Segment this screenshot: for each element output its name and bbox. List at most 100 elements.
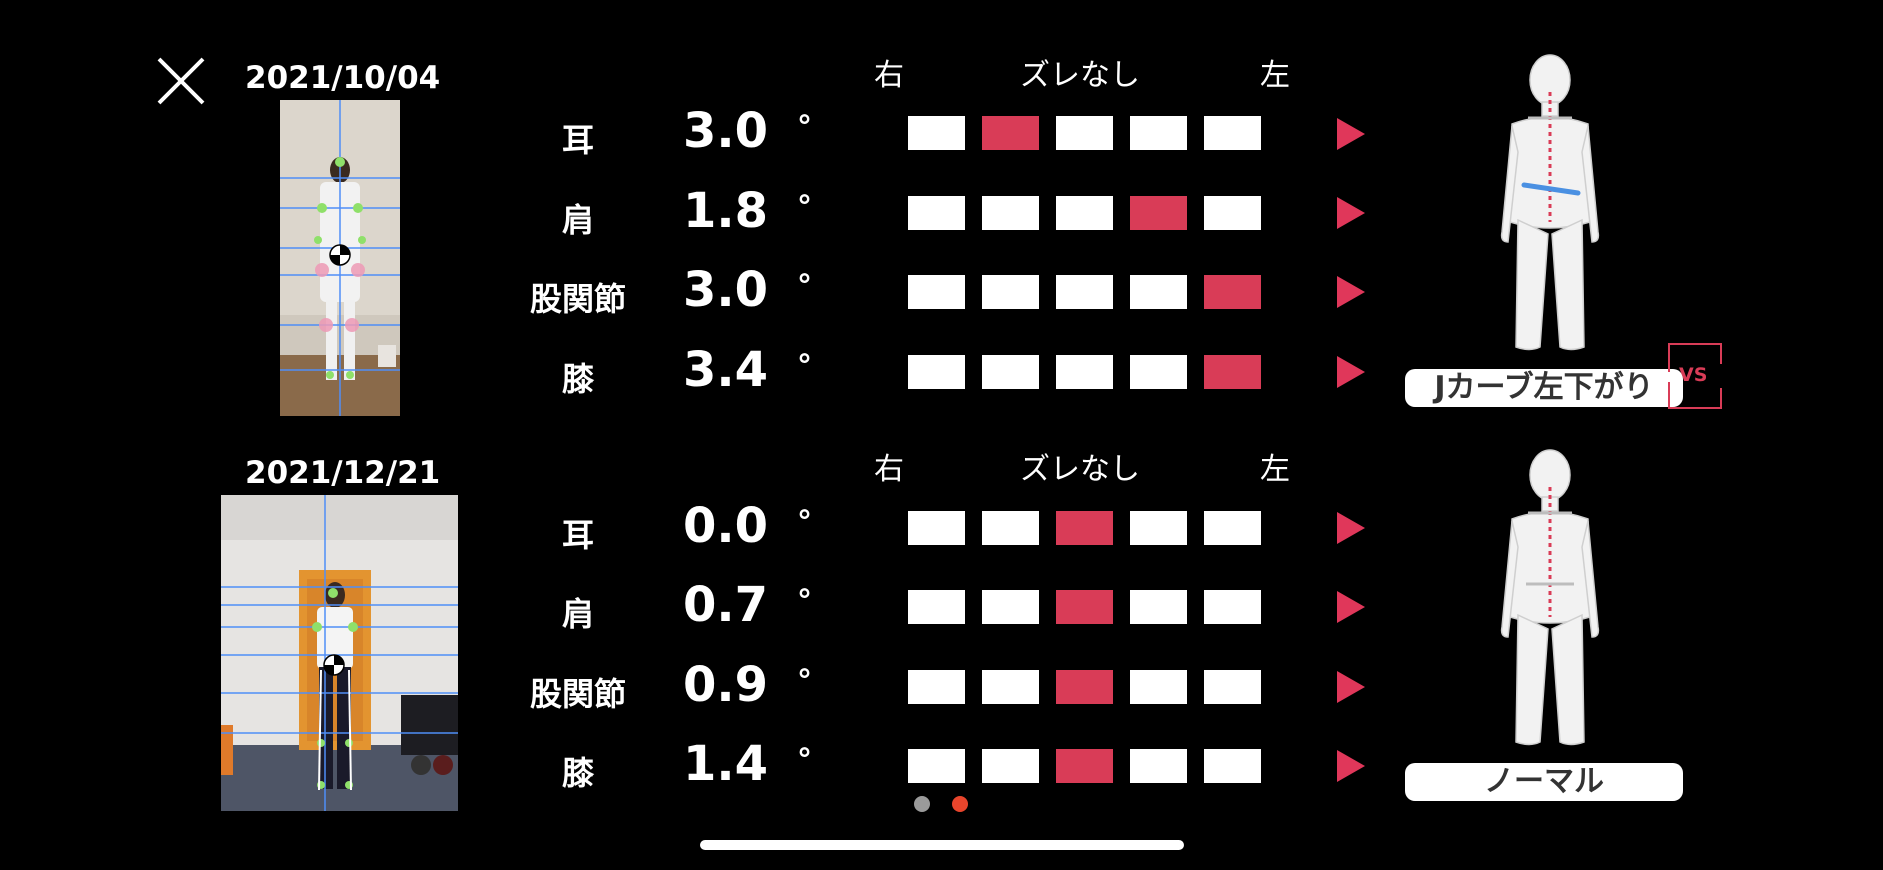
deviation-box — [1130, 590, 1187, 624]
row-value: 3.0 — [682, 103, 768, 159]
deviation-box — [982, 670, 1039, 704]
measurement-date: 2021/12/21 — [245, 455, 441, 491]
degree-unit: ° — [797, 269, 812, 304]
row-detail-arrow[interactable] — [1337, 671, 1365, 703]
row-label: 耳 — [561, 121, 594, 159]
row-detail-arrow[interactable] — [1337, 356, 1365, 388]
deviation-box — [982, 275, 1039, 309]
row-label: 股関節 — [529, 280, 626, 318]
deviation-box — [908, 511, 965, 545]
deviation-indicator — [908, 511, 1261, 545]
row-detail-arrow[interactable] — [1337, 118, 1365, 150]
close-icon — [157, 57, 205, 105]
posture-figure — [1490, 52, 1610, 362]
deviation-box — [1056, 275, 1113, 309]
header-right: 右 — [874, 452, 904, 487]
page-indicator-dot[interactable] — [914, 796, 930, 812]
deviation-box — [908, 275, 965, 309]
deviation-box-active — [1130, 196, 1187, 230]
deviation-box — [908, 116, 965, 150]
row-label: 耳 — [561, 516, 594, 554]
deviation-box — [1056, 355, 1113, 389]
row-detail-arrow[interactable] — [1337, 276, 1365, 308]
deviation-indicator — [908, 590, 1261, 624]
deviation-box — [1204, 196, 1261, 230]
header-no-deviation: ズレなし — [1020, 58, 1140, 93]
deviation-box — [1204, 749, 1261, 783]
deviation-box-active — [982, 116, 1039, 150]
row-value: 0.0 — [682, 498, 768, 554]
header-left: 左 — [1260, 452, 1290, 487]
deviation-indicator — [908, 355, 1261, 389]
deviation-box — [1204, 590, 1261, 624]
deviation-indicator — [908, 670, 1261, 704]
row-detail-arrow[interactable] — [1337, 512, 1365, 544]
header-left: 左 — [1260, 58, 1290, 93]
degree-unit: ° — [797, 349, 812, 384]
row-label: 肩 — [561, 595, 594, 633]
row-detail-arrow[interactable] — [1337, 197, 1365, 229]
deviation-indicator — [908, 116, 1261, 150]
deviation-box — [982, 590, 1039, 624]
deviation-indicator — [908, 275, 1261, 309]
measurement-date: 2021/10/04 — [245, 60, 441, 96]
deviation-box-active — [1056, 590, 1113, 624]
posture-figure — [1490, 447, 1610, 757]
deviation-box — [1056, 116, 1113, 150]
row-detail-arrow[interactable] — [1337, 750, 1365, 782]
row-label: 膝 — [561, 360, 594, 398]
deviation-box — [1130, 749, 1187, 783]
posture-photo[interactable] — [221, 495, 458, 811]
deviation-box — [1130, 670, 1187, 704]
row-value: 0.7 — [682, 577, 768, 633]
row-value: 3.0 — [682, 262, 768, 318]
row-detail-arrow[interactable] — [1337, 591, 1365, 623]
deviation-box — [908, 670, 965, 704]
deviation-box — [982, 355, 1039, 389]
deviation-box — [982, 749, 1039, 783]
row-label: 膝 — [561, 754, 594, 792]
deviation-box-active — [1056, 511, 1113, 545]
row-value: 1.4 — [682, 736, 768, 792]
deviation-indicator — [908, 196, 1261, 230]
deviation-box — [908, 590, 965, 624]
deviation-box — [908, 196, 965, 230]
deviation-box — [1204, 511, 1261, 545]
posture-photo[interactable] — [280, 100, 400, 416]
deviation-box — [1056, 196, 1113, 230]
vs-label: VS — [1679, 364, 1708, 386]
header-right: 右 — [874, 58, 904, 93]
header-no-deviation: ズレなし — [1020, 452, 1140, 487]
degree-unit: ° — [797, 743, 812, 778]
page-indicator-dot-active[interactable] — [952, 796, 968, 812]
row-label: 股関節 — [529, 675, 626, 713]
posture-result-label: ノーマル — [1405, 763, 1683, 801]
deviation-box — [982, 511, 1039, 545]
degree-unit: ° — [797, 505, 812, 540]
deviation-box — [1130, 116, 1187, 150]
degree-unit: ° — [797, 664, 812, 699]
row-value: 1.8 — [682, 183, 768, 239]
home-indicator[interactable] — [700, 840, 1184, 850]
deviation-box-active — [1204, 275, 1261, 309]
posture-result-label: Jカーブ左下がり — [1405, 369, 1683, 407]
deviation-box-active — [1056, 749, 1113, 783]
deviation-box-active — [1204, 355, 1261, 389]
row-value: 3.4 — [682, 342, 768, 398]
deviation-box — [908, 749, 965, 783]
deviation-box — [1130, 511, 1187, 545]
degree-unit: ° — [797, 110, 812, 145]
deviation-box — [1204, 670, 1261, 704]
vs-badge: VS — [1667, 342, 1723, 410]
degree-unit: ° — [797, 190, 812, 225]
row-label: 肩 — [561, 201, 594, 239]
deviation-box-active — [1056, 670, 1113, 704]
deviation-box — [982, 196, 1039, 230]
deviation-indicator — [908, 749, 1261, 783]
deviation-box — [908, 355, 965, 389]
close-button[interactable] — [155, 55, 207, 107]
deviation-box — [1130, 355, 1187, 389]
degree-unit: ° — [797, 584, 812, 619]
deviation-box — [1130, 275, 1187, 309]
deviation-box — [1204, 116, 1261, 150]
